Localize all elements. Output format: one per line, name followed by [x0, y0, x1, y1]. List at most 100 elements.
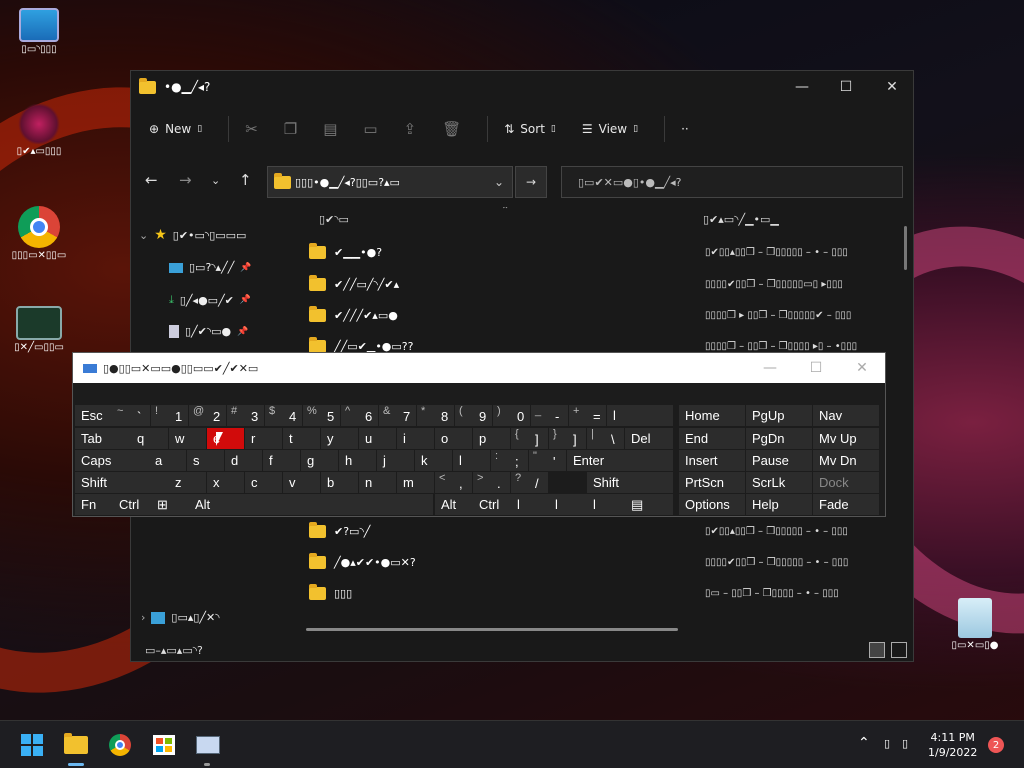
key-y[interactable]: y [321, 428, 358, 449]
cut-icon[interactable]: ✂ [245, 120, 258, 138]
key-=[interactable]: + = [569, 405, 606, 426]
key-g[interactable]: g [301, 450, 338, 471]
key-5[interactable]: % 5 [303, 405, 340, 426]
taskbar-chrome[interactable] [104, 729, 136, 761]
key-0[interactable]: ) 0 [493, 405, 530, 426]
up-arrow-icon[interactable]: ↑ [239, 171, 252, 189]
nav-item-network[interactable]: › ▯▭▴▯╱✕◝ [141, 611, 220, 624]
key-t[interactable]: t [283, 428, 320, 449]
key-bracket-close[interactable]: }] [549, 428, 586, 449]
key-windows[interactable]: ⊞ [151, 494, 189, 515]
list-item[interactable]: ▯▯▯ ▯▭ – ▯▯❒ – ❒▯▯▯▯ – • – ▯▯▯ [293, 578, 905, 609]
key-h[interactable]: h [339, 450, 376, 471]
start-button[interactable] [16, 729, 48, 761]
list-item[interactable]: ✔╱╱▭╱◝╱✔▴ ▯▯▯▯✔▯▯❒ – ❒▯▯▯▯▯▭▯ ▸▯▯▯ [293, 269, 905, 300]
key-m[interactable]: m [397, 472, 434, 493]
maximize-button[interactable]: ☐ [823, 71, 869, 103]
key-4[interactable]: $4 [265, 405, 302, 426]
key-j[interactable]: j [377, 450, 414, 471]
vertical-scrollbar[interactable] [904, 226, 907, 270]
copy-icon[interactable]: ❐ [284, 120, 297, 138]
key-pgdn[interactable]: PgDn [746, 428, 812, 449]
key-3[interactable]: #3 [227, 405, 264, 426]
desktop-icon-recycle-bin[interactable]: ▯▭✕▭▯● [942, 598, 1008, 651]
key-a[interactable]: a [149, 450, 186, 471]
key-9[interactable]: (9 [455, 405, 492, 426]
desktop-icon-this-pc[interactable]: ▯▭◝▯▯▯ [6, 8, 72, 55]
tiles-view-icon[interactable] [891, 642, 907, 658]
forward-arrow-icon[interactable]: → [179, 171, 192, 189]
key-scrlk[interactable]: ScrLk [746, 472, 812, 493]
key-pgup[interactable]: PgUp [746, 405, 812, 426]
key-shift-left[interactable]: Shift [75, 472, 169, 493]
key-s[interactable]: s [187, 450, 224, 471]
key-w[interactable]: w [169, 428, 206, 449]
volume-icon[interactable]: ▯ [902, 737, 908, 750]
column-header-name[interactable]: ▯✔◝▭ [319, 213, 349, 226]
desktop-icon-monitor[interactable]: ▯✕╱▭▯▯▭ [6, 306, 72, 353]
key-caps[interactable]: Caps [75, 450, 149, 471]
key-slash[interactable]: ? / [511, 472, 548, 493]
key-bracket[interactable]: {] [511, 428, 548, 449]
key-help[interactable]: Help [746, 494, 812, 515]
taskbar-on-screen-keyboard[interactable] [192, 729, 224, 761]
key-d[interactable]: d [225, 450, 262, 471]
key-shift-right[interactable]: Shift [587, 472, 673, 493]
osk-minimize-button[interactable]: — [747, 353, 793, 383]
key-p[interactable]: p [473, 428, 510, 449]
details-view-icon[interactable] [869, 642, 885, 658]
key-del[interactable]: Del [625, 428, 673, 449]
key-8[interactable]: * 8 [417, 405, 454, 426]
key-options[interactable]: Options [679, 494, 745, 515]
back-arrow-icon[interactable]: ← [145, 171, 158, 189]
key-end[interactable]: End [679, 428, 745, 449]
nav-item-documents[interactable]: ▯╱✔◝▭● 📌 [169, 325, 248, 338]
key-7[interactable]: & 7 [379, 405, 416, 426]
desktop-icon-app[interactable]: ▯✔▴▭▯▯▯ [6, 104, 72, 157]
key-o[interactable]: o [435, 428, 472, 449]
key-tab[interactable]: Tab [75, 428, 131, 449]
sort-button[interactable]: ⇅ Sort ▯ [504, 122, 556, 136]
key-ctrl-left[interactable]: Ctrl [113, 494, 151, 515]
more-options-button[interactable]: ·· [681, 122, 689, 136]
key-quote[interactable]: " ' [529, 450, 566, 471]
key-fn[interactable]: Fn [75, 494, 113, 515]
key-backslash[interactable]: | \ [587, 428, 624, 449]
key-alt-left[interactable]: Alt [189, 494, 227, 515]
taskbar-store[interactable] [148, 729, 180, 761]
key-pause[interactable]: Pause [746, 450, 812, 471]
key-space[interactable] [227, 494, 433, 515]
key-1[interactable]: ! 1 [151, 405, 188, 426]
notification-badge[interactable]: 2 [988, 737, 1004, 753]
key-prtscn[interactable]: PrtScn [679, 472, 745, 493]
address-dropdown-button[interactable]: ⌄ [485, 166, 513, 198]
key-i[interactable]: i [397, 428, 434, 449]
key-comma[interactable]: <, [435, 472, 472, 493]
new-button[interactable]: ⊕ New ▯ [149, 122, 202, 136]
list-item[interactable]: ╱●▴✔✔•●▭✕? ▯▯▯▯✔▯▯❒ – ❒▯▯▯▯▯ – • – ▯▯▯ [293, 547, 905, 578]
key-esc[interactable]: Esc [75, 405, 113, 426]
osk-title-bar[interactable]: ▯●▯▯▭✕▭▭●▯▯▭▭✔╱✔✕▭ — ☐ ✕ [73, 353, 885, 383]
view-button[interactable]: ☰ View ▯ [582, 122, 638, 136]
horizontal-scrollbar[interactable] [306, 628, 678, 631]
nav-item-downloads[interactable]: ⤓ ▯╱◂●▭╱✔ 📌 [169, 293, 251, 307]
nav-item-quick-access[interactable]: ⌄ ★ ▯✔•▭◝▯▭▭▭ [139, 227, 246, 243]
search-input[interactable]: ▯▭✔✕▭●▯•●▁╱◂? [561, 166, 903, 198]
key-alt-right[interactable]: Alt [435, 494, 473, 515]
key-l[interactable]: l [453, 450, 490, 471]
key-z[interactable]: z [169, 472, 206, 493]
recent-chevron-icon[interactable]: ⌄ [211, 174, 220, 187]
key-home[interactable]: Home [679, 405, 745, 426]
taskbar-file-explorer[interactable] [60, 729, 92, 761]
key-ctrl-right[interactable]: Ctrl [473, 494, 511, 515]
key-u[interactable]: u [359, 428, 396, 449]
share-icon[interactable]: ⇪ [404, 120, 417, 138]
list-item[interactable]: ✔?▭◝╱ ▯✔▯▯▴▯▯❒ – ❒▯▯▯▯▯ – • – ▯▯▯ [293, 516, 905, 547]
clock[interactable]: 4:11 PM 1/9/2022 [928, 730, 977, 760]
key-arrow-right[interactable]: l [587, 494, 625, 515]
key-e[interactable]: e [207, 428, 244, 449]
minimize-button[interactable]: — [779, 71, 825, 103]
key-dock[interactable]: Dock [813, 472, 879, 493]
key-fade[interactable]: Fade [813, 494, 879, 515]
delete-icon[interactable]: 🗑 [442, 120, 461, 138]
